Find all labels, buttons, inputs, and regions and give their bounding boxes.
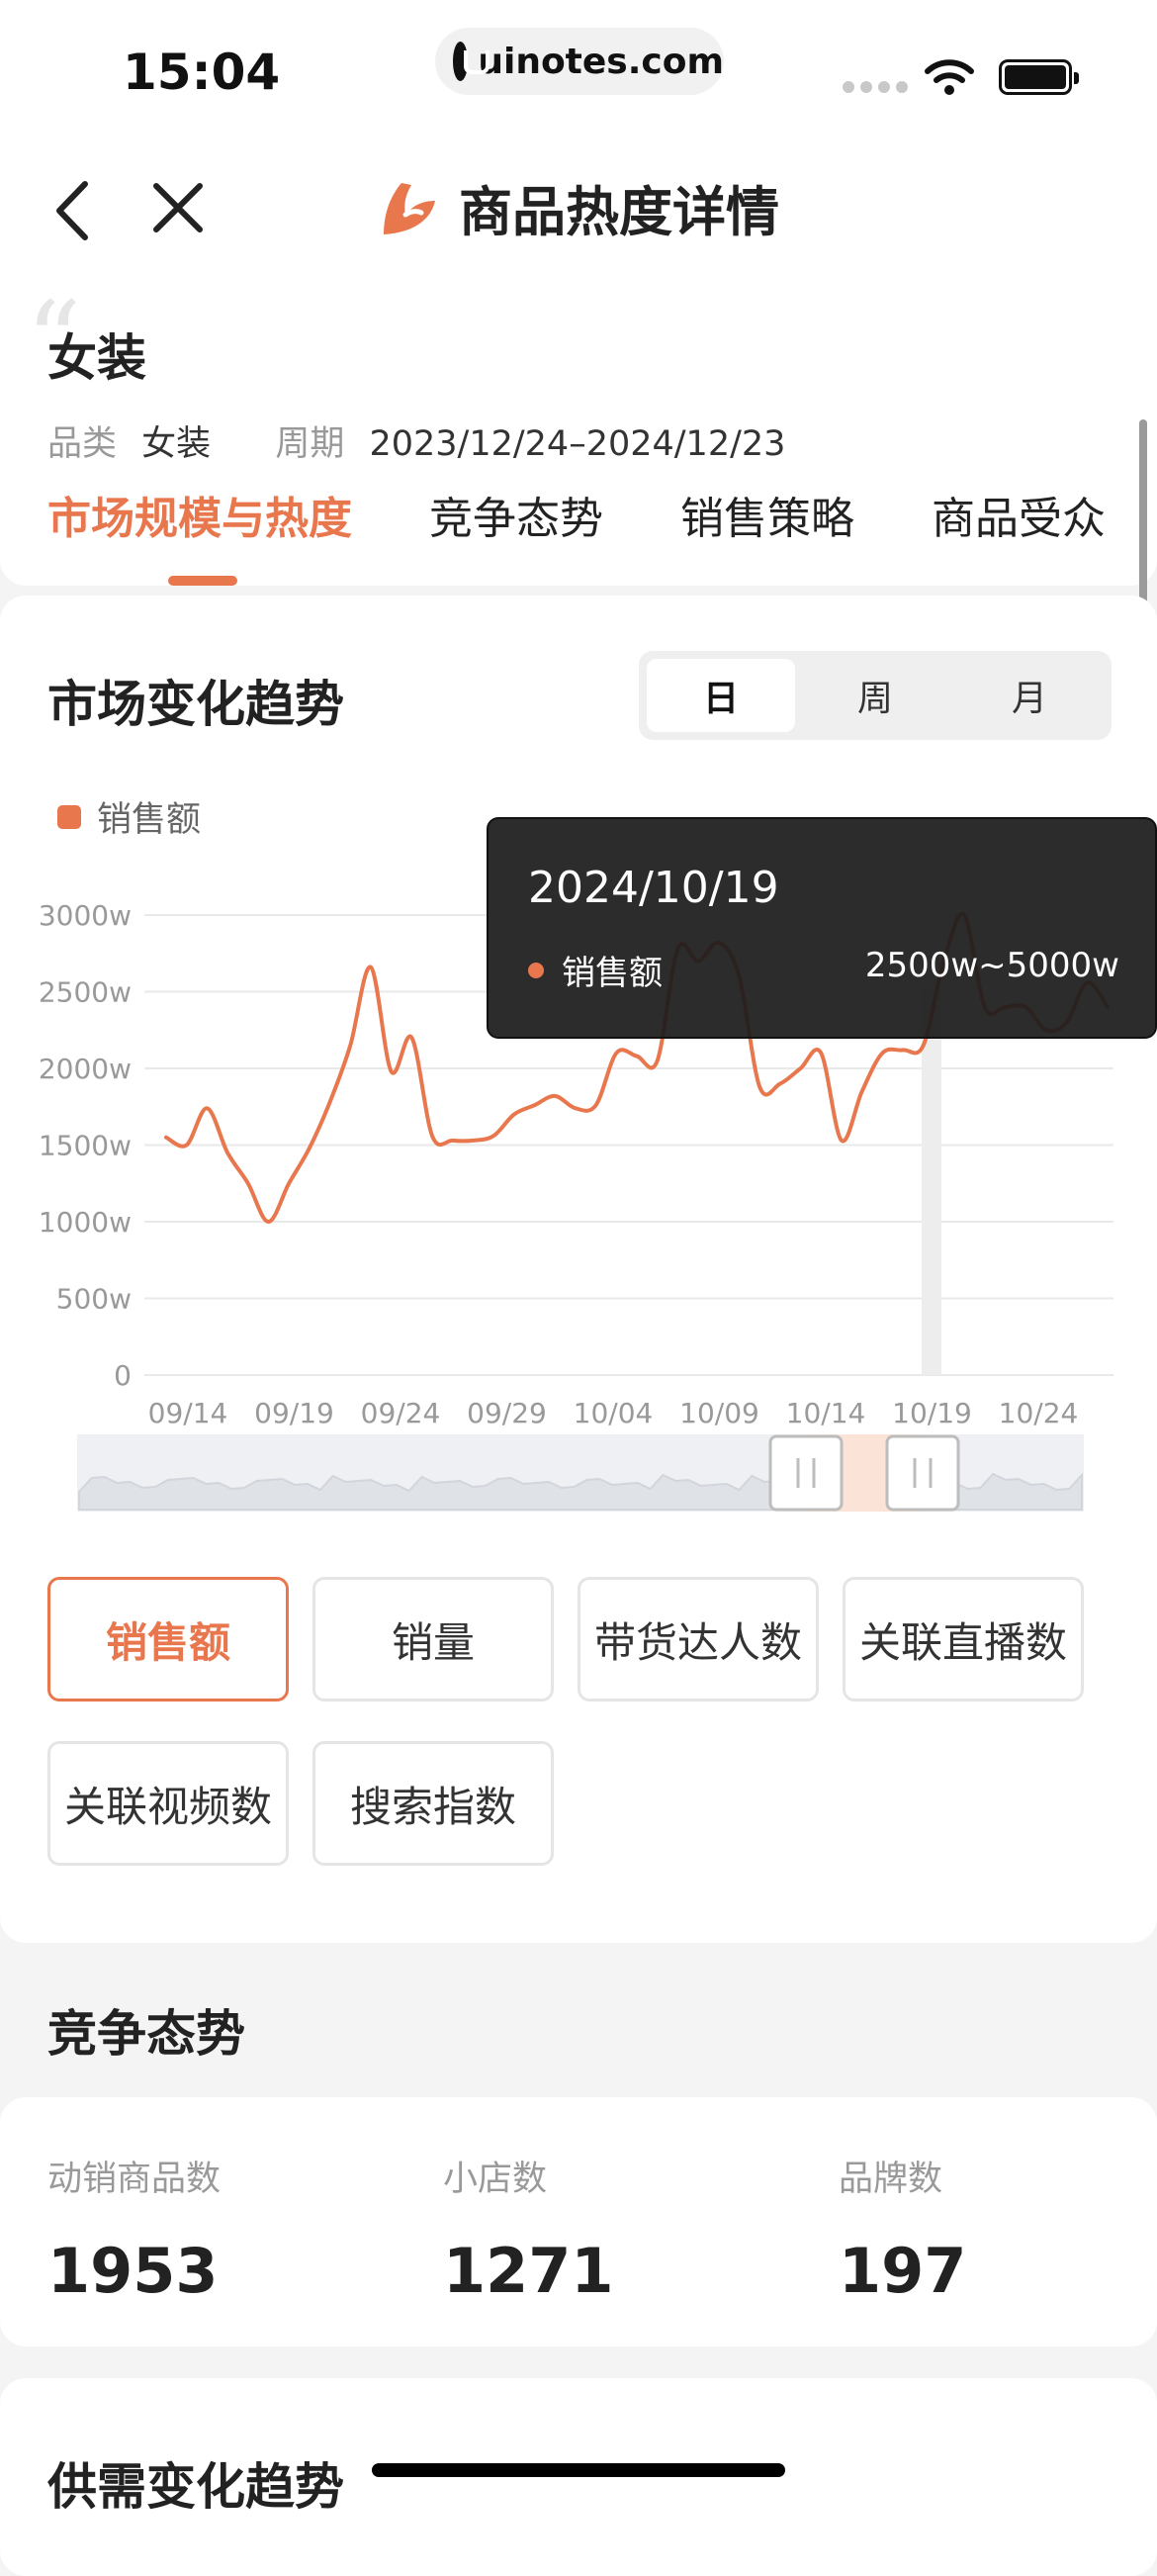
- x-tick-label: 10/09: [679, 1397, 759, 1429]
- stat-value: 1953: [47, 2235, 219, 2307]
- segment-day[interactable]: 日: [647, 659, 795, 732]
- metric-button-search[interactable]: 搜索指数: [312, 1741, 554, 1866]
- status-bar: 15:04 uinotes.com: [0, 0, 1157, 138]
- category-label: 品类: [47, 424, 118, 464]
- period-value: 2023/12/24–2024/12/23: [369, 424, 786, 464]
- tab-audience[interactable]: 商品受众: [932, 483, 1106, 546]
- metric-button-live[interactable]: 关联直播数: [843, 1577, 1084, 1702]
- wifi-icon: [925, 59, 974, 95]
- metric-button-videos[interactable]: 关联视频数: [47, 1741, 289, 1866]
- legend-label: 销售额: [97, 800, 202, 840]
- period-label: 周期: [275, 424, 345, 464]
- page-title-text: 商品热度详情: [459, 181, 779, 243]
- chart-range-slider[interactable]: [77, 1434, 1084, 1512]
- segment-week[interactable]: 周: [801, 659, 949, 732]
- stat-shops: 小店数 1271: [443, 2151, 614, 2307]
- slider-handle-left[interactable]: [768, 1434, 844, 1512]
- battery-icon: [999, 59, 1079, 95]
- segment-month[interactable]: 月: [955, 659, 1104, 732]
- x-tick-label: 09/29: [467, 1397, 547, 1429]
- app-logo-icon: [384, 182, 435, 234]
- home-indicator[interactable]: [372, 2463, 785, 2477]
- active-tab-indicator: [168, 576, 237, 586]
- x-tick-label: 10/24: [999, 1397, 1079, 1429]
- period-segmented-control: 日 周 月: [639, 651, 1112, 740]
- supply-demand-title: 供需变化趋势: [47, 2458, 344, 2516]
- section-tabs: 市场规模与热度 竞争态势 销售策略 商品受众: [47, 483, 1157, 546]
- url-text: uinotes.com: [478, 41, 724, 82]
- chart-legend: 销售额: [57, 791, 201, 842]
- tab-competition[interactable]: 竞争态势: [429, 483, 603, 546]
- page-title: 商品热度详情: [376, 168, 779, 246]
- stat-label: 品牌数: [839, 2160, 943, 2199]
- category-value: 女装: [141, 424, 212, 464]
- stat-label: 动销商品数: [47, 2160, 222, 2199]
- x-tick-label: 10/04: [574, 1397, 654, 1429]
- y-tick-label: 1500w: [39, 1130, 132, 1162]
- competition-title: 竞争态势: [47, 2005, 245, 2063]
- stat-value: 197: [839, 2235, 967, 2307]
- stat-brands: 品牌数 197: [839, 2151, 966, 2307]
- y-tick-label: 500w: [56, 1283, 132, 1316]
- metric-button-volume[interactable]: 销量: [312, 1577, 554, 1702]
- stat-active-products: 动销商品数 1953: [47, 2151, 221, 2307]
- close-icon[interactable]: [150, 180, 206, 235]
- x-tick-label: 10/19: [892, 1397, 972, 1429]
- x-tick-label: 09/19: [254, 1397, 334, 1429]
- market-trend-title: 市场变化趋势: [47, 676, 344, 733]
- tooltip-value: 2500w~5000w: [864, 946, 1119, 985]
- y-tick-label: 2500w: [39, 976, 132, 1009]
- y-tick-label: 3000w: [39, 899, 132, 932]
- nav-header: 商品热度详情: [0, 138, 1157, 267]
- y-tick-label: 0: [114, 1359, 132, 1392]
- site-icon: [453, 42, 490, 81]
- tooltip-dot: [528, 962, 544, 978]
- metric-button-sales[interactable]: 销售额: [47, 1577, 289, 1702]
- tooltip-series: 销售额: [528, 946, 663, 994]
- x-tick-label: 10/14: [786, 1397, 866, 1429]
- x-tick-label: 09/24: [361, 1397, 441, 1429]
- metric-button-influencers[interactable]: 带货达人数: [578, 1577, 819, 1702]
- product-meta: 品类 女装 周期 2023/12/24–2024/12/23: [47, 415, 785, 466]
- signal-icon: [843, 81, 908, 93]
- tooltip-series-label: 销售额: [562, 954, 663, 993]
- stat-value: 1271: [443, 2235, 614, 2307]
- y-tick-label: 1000w: [39, 1206, 132, 1239]
- slider-handle-right[interactable]: [885, 1434, 960, 1512]
- legend-swatch: [57, 804, 81, 829]
- back-icon[interactable]: [49, 178, 93, 243]
- x-tick-label: 09/14: [148, 1397, 228, 1429]
- y-tick-label: 2000w: [39, 1053, 132, 1085]
- status-time: 15:04: [123, 44, 281, 101]
- product-name: 女装: [47, 329, 146, 387]
- chart-tooltip: 2024/10/19 销售额 2500w~5000w: [487, 817, 1157, 1039]
- tab-market-scale[interactable]: 市场规模与热度: [47, 483, 352, 546]
- tooltip-date: 2024/10/19: [528, 863, 779, 913]
- tab-sales-strategy[interactable]: 销售策略: [680, 483, 854, 546]
- url-pill[interactable]: uinotes.com: [435, 28, 724, 95]
- stat-label: 小店数: [443, 2160, 548, 2199]
